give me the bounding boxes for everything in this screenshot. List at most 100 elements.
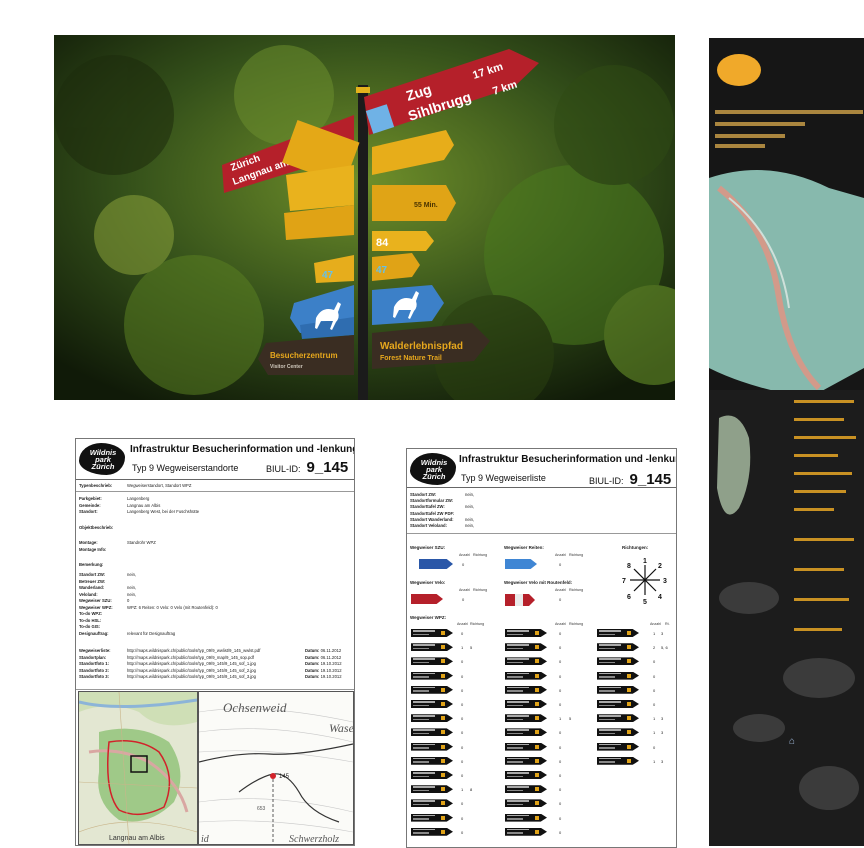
field-label: Standort Wanderland: xyxy=(410,516,454,522)
wpz-sign xyxy=(597,657,639,666)
sign-time: 55 Min. xyxy=(414,202,438,209)
field-label: Montage: xyxy=(79,540,98,545)
wpz-anzahl: 0 xyxy=(559,673,562,679)
field-row: Standorttafel ZW PDF: xyxy=(410,511,465,516)
wpz-sign xyxy=(411,629,453,637)
wpz-sign xyxy=(411,813,453,822)
wpz-anzahl: 0 xyxy=(461,758,464,764)
field-row: Standort ZW: nein, xyxy=(410,492,474,497)
field-row: Wegweiserliste: http://maps.wildnispark.c… xyxy=(79,648,341,653)
doc1-biul: BIUL-ID: 9_145 xyxy=(266,459,349,476)
section-velo: Wegweiser Velo: xyxy=(410,580,446,585)
wpz-sign xyxy=(411,742,453,751)
wpz-anzahl: 0 xyxy=(461,659,464,665)
field-label: Standorttafel ZW PDF: xyxy=(410,510,455,516)
wpz-anzahl: 0 xyxy=(559,687,562,693)
wpz-anzahl: 0 xyxy=(461,631,464,636)
wpz-sign xyxy=(505,742,547,751)
wpz-richtung: 3 xyxy=(661,730,664,736)
field-label: Standortfoto 2: xyxy=(79,667,110,673)
wpz-sign xyxy=(597,671,639,680)
doc2-subtitle: Typ 9 Wegweiserliste xyxy=(461,473,546,483)
doc1-bemerkung: Bemerkung: xyxy=(79,562,104,567)
wildnispark-logo: Wildnis park Zürich xyxy=(410,453,456,485)
wpz-anzahl: 0 xyxy=(653,673,656,679)
field-row: Standortfoto 1: http://maps.wildnispark.c… xyxy=(79,661,342,666)
field-label: Standort Veloland: xyxy=(410,523,447,528)
doc2-title: Infrastruktur Besucherinformation und -l… xyxy=(459,454,677,465)
field-label: Standortfoto 3: xyxy=(79,674,110,679)
sign-besucherzentrum: Besucherzentrum xyxy=(270,351,338,360)
field-row: Wanderland: nein, xyxy=(79,585,136,590)
field-date: Datum: 06.11.2012 xyxy=(305,654,342,660)
field-label: Designauftrag: xyxy=(79,630,109,636)
field-date: Datum: 19.10.2012 xyxy=(305,661,342,666)
wpz-anzahl: 1 xyxy=(461,645,464,651)
wpz-anzahl: 0 xyxy=(559,758,562,764)
wpz-sign xyxy=(411,700,453,708)
wpz-sign xyxy=(597,629,639,637)
field-row: Standortfoto 2: http://maps.wildnispark.c… xyxy=(79,667,342,673)
field-value: http://maps.wildnispark.ch/public/tools/… xyxy=(127,661,256,666)
field-date: Datum: 19.10.2012 xyxy=(305,667,342,673)
section-velo-route: Wegweiser Velo mit Routenfeld: xyxy=(504,580,573,585)
wpz-sign xyxy=(505,685,547,694)
overview-map: Langnau am Albis xyxy=(78,691,198,845)
wpz-sign xyxy=(505,671,547,680)
svg-text:6: 6 xyxy=(627,594,631,601)
field-row: Parkgebiet: Langenberg xyxy=(79,496,149,501)
field-value: WPZ: 6 Reiten: 0 Velo: 0 Velo (mit Route… xyxy=(127,604,218,610)
wpz-sign xyxy=(597,756,639,765)
wpz-anzahl: 0 xyxy=(559,773,562,778)
svg-text:1: 1 xyxy=(643,558,647,565)
wpz-anzahl: 0 xyxy=(461,730,464,736)
section-szu: Wegweiser SZU: xyxy=(410,545,446,550)
doc-wegweiserliste: Wildnis park Zürich Infrastruktur Besucher… xyxy=(406,448,677,848)
field-value: http://maps.wildnispark.ch/public/tools/… xyxy=(127,654,254,660)
wpz-anzahl: 0 xyxy=(461,716,464,722)
field-label: Standortfoto 1: xyxy=(79,661,110,666)
field-value: Langenberg xyxy=(127,496,150,501)
wpz-sign xyxy=(505,643,547,652)
wpz-sign xyxy=(411,785,453,794)
sign-code-1: 84 xyxy=(376,237,389,249)
doc1-title: Infrastruktur Besucherinformation und -l… xyxy=(130,444,355,455)
wpz-sign xyxy=(505,657,547,666)
field-row: To-do HSL: xyxy=(79,618,127,623)
wpz-anzahl: 1 xyxy=(461,787,464,793)
velo-route-sign xyxy=(505,594,535,606)
wpz-anzahl: 0 xyxy=(461,829,464,835)
field-row: Wegweiser SZU: 0 xyxy=(79,598,129,603)
field-row: Standort ZW: nein, xyxy=(79,572,136,577)
field-label: Parkgebiet: xyxy=(79,496,102,501)
wpz-sign xyxy=(597,643,639,652)
doc1-objekt: Objektbeschrieb: xyxy=(79,525,114,530)
wpz-anzahl: 0 xyxy=(559,702,562,707)
field-date: Datum: 06.11.2012 xyxy=(305,648,342,653)
wpz-anzahl: 0 xyxy=(461,702,464,707)
doc1-typ: Typenbeschrieb: Wegweiserstandort, Stando… xyxy=(79,483,192,488)
field-value: Standrohr WPZ xyxy=(127,540,156,545)
wpz-sign xyxy=(597,714,639,723)
marker-label: 145 xyxy=(279,774,290,780)
doc2-biul: BIUL-ID: 9_145 xyxy=(589,471,672,488)
wpz-sign xyxy=(505,700,547,708)
wpz-anzahl: 0 xyxy=(559,815,562,821)
svg-text:5: 5 xyxy=(643,599,647,605)
doc1-subtitle: Typ 9 Wegweiserstandorte xyxy=(132,463,239,473)
svg-text:2: 2 xyxy=(658,563,662,570)
field-row: To-do GIS: xyxy=(79,624,127,629)
location-marker xyxy=(270,773,276,779)
wpz-anzahl: 0 xyxy=(559,829,562,835)
wpz-richtung: 5 xyxy=(470,645,473,651)
wpz-anzahl: 0 xyxy=(461,801,464,807)
wpz-anzahl: 1 xyxy=(653,716,656,722)
wpz-sign xyxy=(411,799,453,808)
reiten-sign xyxy=(505,559,537,569)
field-row: Standorttafel ZW: nein, xyxy=(410,504,474,509)
field-label: To-do WPZ: xyxy=(79,611,103,616)
wpz-sign xyxy=(411,643,453,652)
section-wpz: Wegweiser WPZ: xyxy=(410,615,447,620)
wpz-anzahl: 0 xyxy=(461,815,464,821)
doc-wegweiserstandorte: Wildnis park Zürich Infrastruktur Besucher… xyxy=(75,438,355,846)
